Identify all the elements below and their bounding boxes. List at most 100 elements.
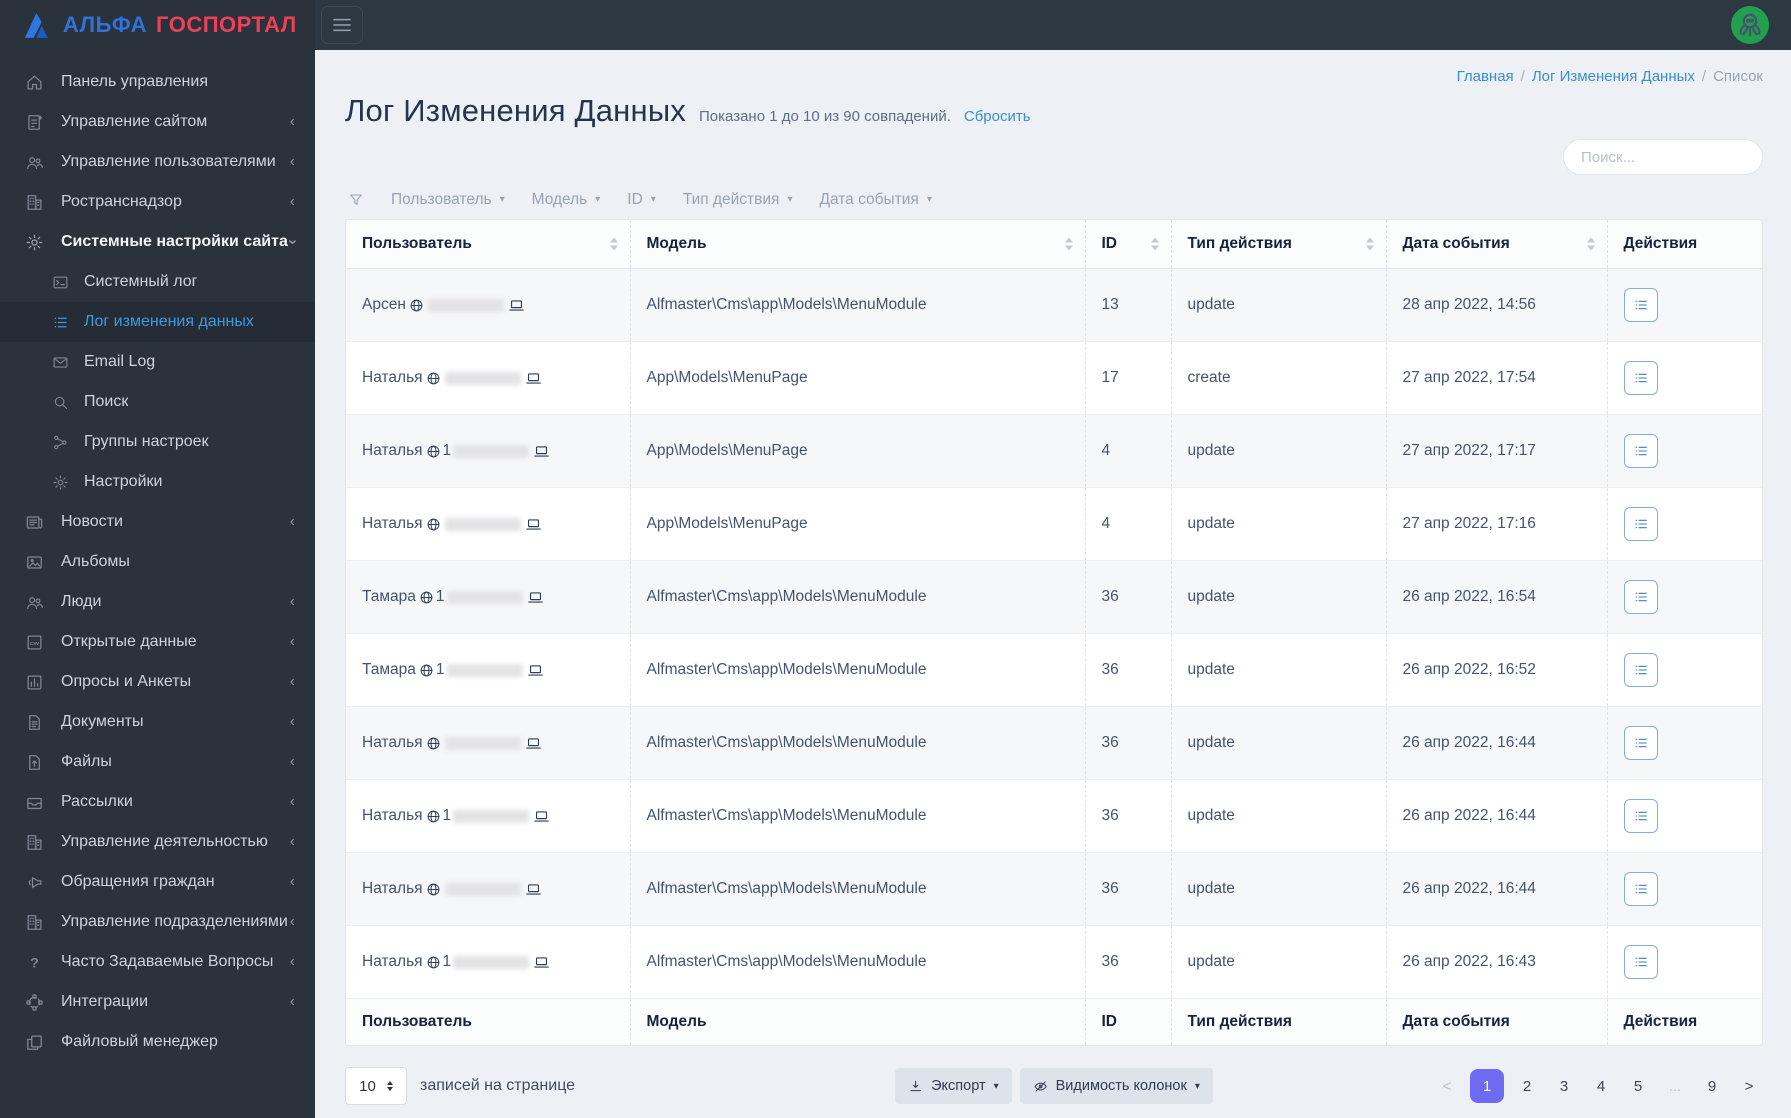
sidebar-item-Рассылки[interactable]: Рассылки ‹ (0, 782, 315, 822)
sidebar-item-Ространснадзор[interactable]: Ространснадзор ‹ (0, 182, 315, 222)
row-details-button[interactable] (1623, 580, 1658, 614)
pagination-item[interactable]: 9 (1698, 1069, 1726, 1103)
pagination-item[interactable]: 3 (1550, 1069, 1578, 1103)
sidebar-item-Открытые данные[interactable]: Открытые данные ‹ (0, 622, 315, 662)
filter-dropdown[interactable]: Пользователь ▾ (391, 191, 505, 209)
sidebar-subitem-Системный лог[interactable]: Системный лог (0, 262, 315, 302)
id-cell: 4 (1085, 487, 1172, 561)
row-details-button[interactable] (1623, 361, 1658, 395)
newspaper-icon (25, 513, 44, 532)
sidebar-item-Альбомы[interactable]: Альбомы (0, 542, 315, 582)
octopus-avatar-icon (1733, 8, 1767, 42)
action-type-cell: update (1171, 852, 1387, 926)
breadcrumb-section-link[interactable]: Лог Изменения Данных (1532, 68, 1695, 85)
row-details-button[interactable] (1623, 726, 1658, 760)
sidebar-item-Файловый менеджер[interactable]: Файловый менеджер (0, 1022, 315, 1062)
filter-dropdown[interactable]: Дата события ▾ (819, 191, 931, 209)
sidebar-item-Панель управления[interactable]: Панель управления (0, 62, 315, 102)
sidebar-item-Люди[interactable]: Люди ‹ (0, 582, 315, 622)
brand-logo[interactable]: АЛЬФА ГОСПОРТАЛ (0, 0, 315, 50)
pagination-item[interactable]: ... (1661, 1069, 1689, 1103)
sidebar-item-Файлы[interactable]: Файлы ‹ (0, 742, 315, 782)
user-avatar[interactable] (1731, 6, 1769, 44)
sidebar-subitem-Группы настроек[interactable]: Группы настроек (0, 422, 315, 462)
sidebar-toggle-button[interactable] (321, 6, 363, 44)
user-name: Наталья (362, 442, 423, 459)
pagination-item[interactable]: < (1433, 1069, 1461, 1103)
laptop-icon (533, 808, 550, 825)
row-details-button[interactable] (1623, 288, 1658, 322)
model-cell: App\Models\MenuPage (630, 414, 1086, 488)
pagination-item[interactable]: 5 (1624, 1069, 1652, 1103)
sidebar-item-Опросы и Анкеты[interactable]: Опросы и Анкеты ‹ (0, 662, 315, 702)
pagination-item[interactable]: 4 (1587, 1069, 1615, 1103)
page-size-select[interactable]: 10 (345, 1067, 407, 1105)
row-details-button[interactable] (1623, 653, 1658, 687)
ip-prefix: 1 (435, 588, 445, 605)
column-header-user[interactable]: Пользователь (346, 220, 631, 269)
redacted-ip (453, 809, 530, 823)
row-details-button[interactable] (1623, 434, 1658, 468)
row-details-button[interactable] (1623, 799, 1658, 833)
laptop-icon (527, 589, 544, 606)
pagination-item[interactable]: 2 (1513, 1069, 1541, 1103)
user-name: Наталья (362, 369, 423, 386)
sidebar-item-Документы[interactable]: Документы ‹ (0, 702, 315, 742)
sidebar-item-Обращения граждан[interactable]: Обращения граждан ‹ (0, 862, 315, 902)
sort-icon[interactable] (1365, 237, 1374, 251)
filter-dropdown[interactable]: Модель ▾ (532, 191, 601, 209)
sidebar-subitem-Email Log[interactable]: Email Log (0, 342, 315, 382)
filter-dropdown[interactable]: ID ▾ (627, 191, 656, 209)
list-details-icon (1633, 370, 1649, 386)
sidebar-subitem-Поиск[interactable]: Поиск (0, 382, 315, 422)
reset-filters-link[interactable]: Сбросить (964, 108, 1031, 125)
action-type-cell: update (1171, 487, 1387, 561)
sidebar-item-Интеграции[interactable]: Интеграции ‹ (0, 982, 315, 1022)
sidebar-item-Часто Задаваемые Вопросы[interactable]: Часто Задаваемые Вопросы ‹ (0, 942, 315, 982)
row-details-button[interactable] (1623, 872, 1658, 906)
column-header-date[interactable]: Дата события (1386, 220, 1608, 269)
list-details-icon (1633, 662, 1649, 678)
pagination-item[interactable]: > (1735, 1069, 1763, 1103)
list-icon (52, 314, 69, 331)
sidebar-item-Управление пользователями[interactable]: Управление пользователями ‹ (0, 142, 315, 182)
ip-prefix: 1 (435, 661, 445, 678)
action-type-cell: update (1171, 633, 1387, 707)
sidebar-subitem-Настройки[interactable]: Настройки (0, 462, 315, 502)
column-header-id[interactable]: ID (1085, 220, 1172, 269)
sort-icon[interactable] (1586, 237, 1595, 251)
globe-icon (426, 444, 441, 459)
chevron-left-icon: ‹ (289, 513, 295, 530)
table-row: Наталья App\Models\MenuPage 17 create 27… (346, 341, 1762, 415)
brand-alpha: АЛЬФА (63, 12, 148, 37)
sidebar-subitem-Лог изменения данных[interactable]: Лог изменения данных (0, 302, 315, 342)
caret-down-icon: ▾ (787, 194, 793, 205)
model-cell: Alfmaster\Cms\app\Models\MenuModule (630, 706, 1086, 780)
row-details-button[interactable] (1623, 945, 1658, 979)
breadcrumb: Главная / Лог Изменения Данных / Список (345, 68, 1763, 85)
action-type-cell: create (1171, 341, 1387, 415)
sort-icon[interactable] (1064, 237, 1073, 251)
main-area: Главная / Лог Изменения Данных / Список Лог … (315, 0, 1791, 1118)
pagination-item[interactable]: 1 (1470, 1069, 1504, 1103)
sort-icon[interactable] (609, 237, 618, 251)
export-button[interactable]: Экспорт ▾ (895, 1068, 1012, 1104)
hamburger-icon (331, 16, 353, 34)
sidebar-item-Системные настройки сайта[interactable]: Системные настройки сайта ‹ (0, 222, 315, 262)
id-cell: 4 (1085, 414, 1172, 488)
sidebar-item-Управление сайтом[interactable]: Управление сайтом ‹ (0, 102, 315, 142)
sidebar-item-Управление подразделениями[interactable]: Управление подразделениями ‹ (0, 902, 315, 942)
breadcrumb-current: Список (1713, 68, 1763, 85)
sidebar-item-Управление деятельностью[interactable]: Управление деятельностью ‹ (0, 822, 315, 862)
filter-dropdown[interactable]: Тип действия ▾ (683, 191, 793, 209)
column-header-action-type[interactable]: Тип действия (1171, 220, 1387, 269)
row-details-button[interactable] (1623, 507, 1658, 541)
search-input[interactable] (1563, 139, 1763, 175)
table-row: Арсен Alfmaster\Cms\app\Models\MenuModul… (346, 268, 1762, 342)
sidebar-item-Новости[interactable]: Новости ‹ (0, 502, 315, 542)
column-header-model[interactable]: Модель (630, 220, 1086, 269)
breadcrumb-home-link[interactable]: Главная (1457, 68, 1514, 85)
sort-icon[interactable] (1150, 237, 1159, 251)
column-visibility-button[interactable]: Видимость колонок ▾ (1019, 1068, 1213, 1104)
users-icon (25, 593, 44, 612)
